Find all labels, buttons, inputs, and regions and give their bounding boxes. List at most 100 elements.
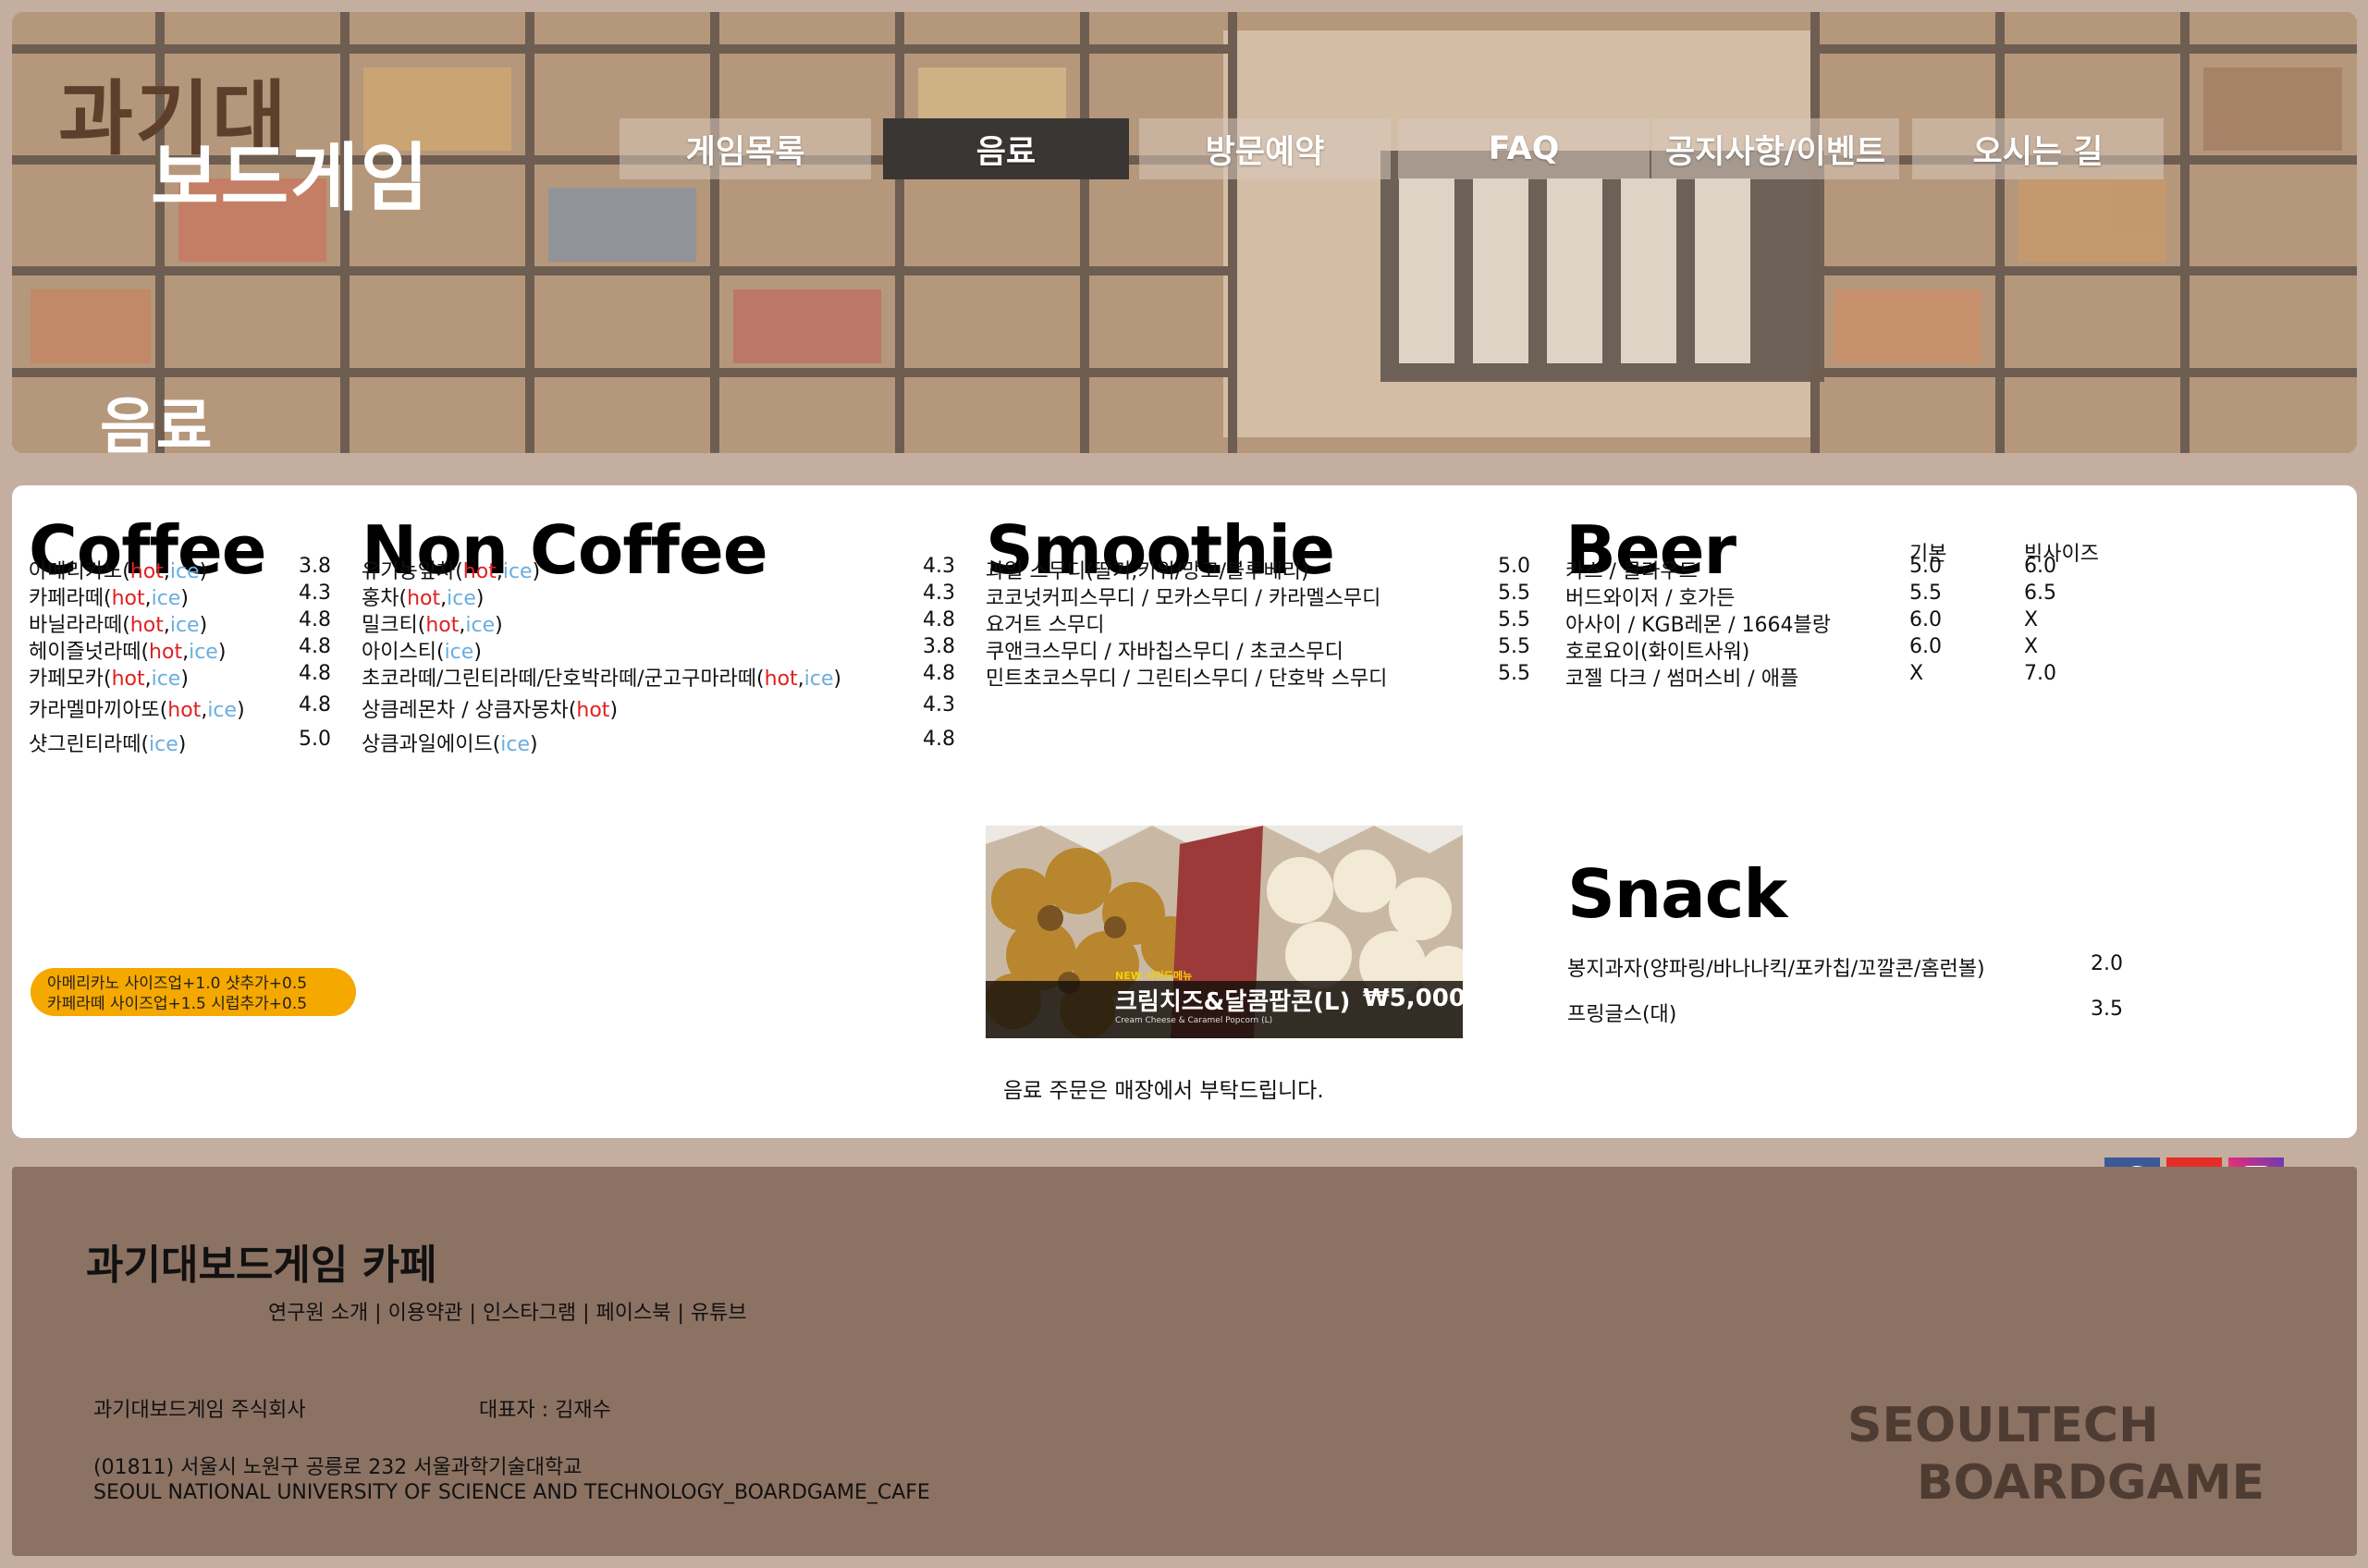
menu-item-name: 헤이즐넛라떼(hot,ice) [29, 641, 227, 664]
beer-item-name: 카스 / 클라우드 [1565, 560, 1698, 583]
noncoffee-price: 4.8 [923, 662, 955, 685]
smoothie-item-name: 과일 스무디(딸기,키위/망고/블루베리) [986, 560, 1309, 583]
hot-label: hot [576, 699, 610, 722]
nav-reservation[interactable]: 방문예약 [1139, 118, 1391, 179]
item-name: 상큼과일에이드 [362, 733, 493, 756]
coffee-price: 4.8 [299, 635, 331, 658]
coffee-note-line1: 아메리카노 사이즈업+1.0 샷추가+0.5 [47, 974, 308, 993]
promo-name: 크림치즈&달콤팝콘(L) [1115, 988, 1351, 1016]
noncoffee-price: 3.8 [923, 635, 955, 658]
ice-label: ice [804, 668, 834, 691]
menu-item-name: 아이스티(ice) [362, 641, 482, 664]
smoothie-price: 5.5 [1498, 635, 1530, 658]
ice-label: ice [502, 560, 533, 583]
coffee-note-badge: 아메리카노 사이즈업+1.0 샷추가+0.5 카페라떼 사이즈업+1.5 시럽추… [31, 968, 356, 1016]
footer-address: (01811) 서울시 노원구 공릉로 232 서울과학기술대학교 [93, 1456, 583, 1479]
beer-regular-price: 5.0 [1909, 555, 1942, 578]
page-title: 음료 [100, 391, 213, 453]
noncoffee-price: 4.8 [923, 728, 955, 751]
item-name: 밀크티 [362, 614, 418, 637]
footer-links[interactable]: 연구원 소개 | 이용약관 | 인스타그램 | 페이스북 | 유튜브 [268, 1296, 747, 1326]
coffee-price: 5.0 [299, 728, 331, 751]
hero-tint [12, 12, 2357, 453]
menu-item-name: 밀크티(hot,ice) [362, 614, 503, 637]
item-name: 유기농잎차 [362, 560, 456, 583]
ice-label: ice [169, 560, 200, 583]
ice-label: ice [207, 699, 238, 722]
menu-item-name: 상큼레몬차 / 상큼자몽차(hot) [362, 699, 619, 722]
footer-ceo: 대표자 : 김재수 [479, 1399, 611, 1422]
beer-item-name: 버드와이저 / 호가든 [1565, 587, 1736, 610]
smoothie-price: 5.5 [1498, 608, 1530, 631]
beer-regular-price: X [1909, 662, 1924, 685]
coffee-price: 4.8 [299, 693, 331, 717]
hot-label: hot [764, 668, 798, 691]
item-name: 바닐라라떼 [29, 614, 123, 637]
smoothie-item-name: 쿠앤크스무디 / 자바칩스무디 / 초코스무디 [986, 641, 1344, 664]
beer-regular-price: 5.5 [1909, 582, 1942, 605]
item-name: 아이스티 [362, 641, 436, 664]
noncoffee-price: 4.3 [923, 582, 955, 605]
coffee-price: 4.3 [299, 582, 331, 605]
beer-item-name: 코젤 다크 / 썸머스비 / 애플 [1565, 668, 1799, 691]
smoothie-item-name: 민트초코스무디 / 그린티스무디 / 단호박 스무디 [986, 668, 1388, 691]
order-note: 음료 주문은 매장에서 부탁드립니다. [1003, 1079, 1324, 1103]
promo-subtitle: Cream Cheese & Caramel Popcorn (L) [1115, 1016, 1273, 1025]
beer-big-price: 6.0 [2024, 555, 2056, 578]
nav-drinks[interactable]: 음료 [883, 118, 1129, 179]
menu-item-name: 카페라떼(hot,ice) [29, 587, 189, 610]
coffee-note-line2: 카페라떼 사이즈업+1.5 시럽추가+0.5 [47, 995, 308, 1013]
promo-badge: NEW 사이드메뉴 [1115, 970, 1193, 982]
snack-item-name: 프링글스(대) [1567, 1003, 1677, 1026]
footer-company: 과기대보드게임 카페 [86, 1242, 437, 1289]
smoothie-item-name: 요거트 스무디 [986, 614, 1105, 637]
smoothie-price: 5.5 [1498, 662, 1530, 685]
nav-directions[interactable]: 오시는 길 [1912, 118, 2164, 179]
footer-brand-line2: BOARDGAME [1917, 1455, 2265, 1511]
hot-label: hot [425, 614, 460, 637]
promo-price: ₩5,000 [1363, 985, 1463, 1012]
smoothie-price: 5.5 [1498, 582, 1530, 605]
snack-item-name: 봉지과자(양파링/바나나킥/포카칩/꼬깔콘/홈런볼) [1567, 958, 1985, 981]
coffee-price: 4.8 [299, 608, 331, 631]
hot-label: hot [407, 587, 441, 610]
snack-title: Snack [1567, 855, 1787, 933]
beer-item-name: 아사이 / KGB레몬 / 1664블랑 [1565, 614, 1832, 637]
logo-line2[interactable]: 보드게임 [151, 118, 430, 226]
hot-label: hot [167, 699, 202, 722]
item-name: 카페모카 [29, 668, 104, 691]
hot-label: hot [462, 560, 497, 583]
popcorn-promo-image: NEW 사이드메뉴 크림치즈&달콤팝콘(L) ₩5,000 Cream Chee… [986, 826, 1463, 1038]
footer-corp: 과기대보드게임 주식회사 [93, 1399, 306, 1422]
snack-price: 3.5 [2091, 998, 2123, 1021]
smoothie-item-name: 코코넛커피스무디 / 모카스무디 / 카라멜스무디 [986, 587, 1381, 610]
nav-game-list[interactable]: 게임목록 [620, 118, 871, 179]
item-name: 샷그린티라떼 [29, 733, 141, 756]
item-name: 상큼레몬차 / 상큼자몽차 [362, 699, 569, 722]
nav-notice-event[interactable]: 공지사항/이벤트 [1651, 118, 1899, 179]
hero-banner: 과기대 보드게임 음료 [12, 12, 2357, 453]
menu-item-name: 상큼과일에이드(ice) [362, 733, 538, 756]
beer-big-price: X [2024, 635, 2039, 658]
beer-big-price: X [2024, 608, 2039, 631]
item-name: 초코라떼/그린티라떼/단호박라떼/군고구마라떼 [362, 668, 757, 691]
item-name: 아메리카노 [29, 560, 123, 583]
noncoffee-price: 4.3 [923, 555, 955, 578]
item-name: 헤이즐넛라떼 [29, 641, 141, 664]
menu-item-name: 카라멜마끼아또(hot,ice) [29, 699, 245, 722]
smoothie-price: 5.0 [1498, 555, 1530, 578]
coffee-price: 3.8 [299, 555, 331, 578]
menu-board: Coffee 아메리카노 사이즈업+1.0 샷추가+0.5 카페라떼 사이즈업+… [12, 485, 2357, 1138]
beer-big-price: 6.5 [2024, 582, 2056, 605]
menu-item-name: 초코라떼/그린티라떼/단호박라떼/군고구마라떼(hot,ice) [362, 668, 842, 691]
menu-item-name: 홍차(hot,ice) [362, 587, 485, 610]
noncoffee-price: 4.3 [923, 693, 955, 717]
item-name: 카페라떼 [29, 587, 104, 610]
menu-item-name: 바닐라라떼(hot,ice) [29, 614, 208, 637]
coffee-price: 4.8 [299, 662, 331, 685]
menu-item-name: 카페모카(hot,ice) [29, 668, 189, 691]
footer-brand-line1: SEOULTECH [1847, 1398, 2159, 1453]
nav-faq[interactable]: FAQ [1398, 118, 1650, 179]
ice-label: ice [500, 733, 531, 756]
ice-label: ice [189, 641, 218, 664]
